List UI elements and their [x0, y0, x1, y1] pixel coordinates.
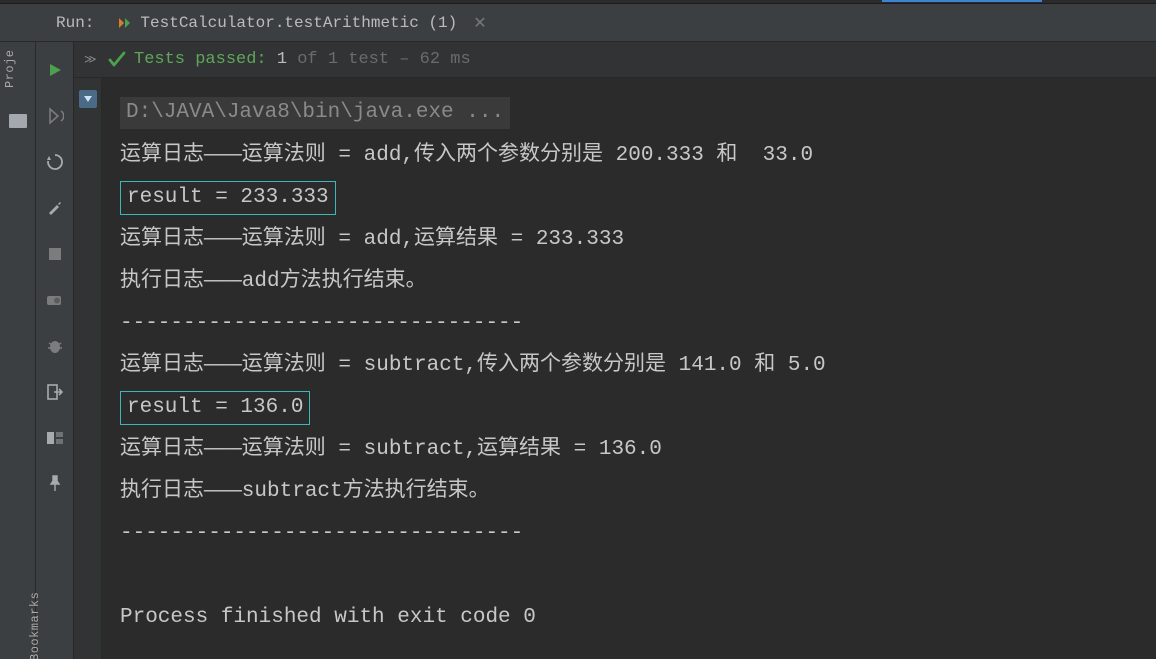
- debug-button[interactable]: [45, 336, 65, 356]
- stop-button[interactable]: [45, 244, 65, 264]
- console-line: 执行日志———subtract方法执行结束。: [120, 471, 1138, 513]
- bookmarks-tool-label[interactable]: Bookmarks: [28, 592, 42, 659]
- expand-results-icon[interactable]: ≫: [84, 52, 102, 67]
- run-tab-bar: Run: TestCalculator.testArithmetic (1) ✕: [0, 4, 1156, 42]
- command-line: D:\JAVA\Java8\bin\java.exe ...: [120, 97, 510, 129]
- console-separator: --------------------------------: [120, 303, 1138, 345]
- console-line: 运算日志———运算法则 = add,传入两个参数分别是 200.333 和 33…: [120, 135, 1138, 177]
- projects-tool-label[interactable]: Proje: [3, 49, 17, 88]
- console-blank: [120, 555, 1138, 597]
- exit-button[interactable]: [45, 382, 65, 402]
- layout-button[interactable]: [45, 428, 65, 448]
- fold-toggle[interactable]: [79, 90, 97, 108]
- file-icon: [9, 114, 27, 128]
- run-label: Run:: [56, 14, 94, 32]
- run-tab-title: TestCalculator.testArithmetic (1): [140, 14, 457, 32]
- close-icon[interactable]: ✕: [473, 13, 486, 33]
- console-line: 运算日志———运算法则 = add,运算结果 = 233.333: [120, 219, 1138, 261]
- console-line: 运算日志———运算法则 = subtract,运算结果 = 136.0: [120, 429, 1138, 471]
- console-result-2: result = 136.0: [120, 391, 310, 425]
- pin-button[interactable]: [45, 474, 65, 494]
- settings-button[interactable]: [45, 198, 65, 218]
- test-config-icon: [116, 15, 132, 31]
- run-toolbar: [36, 42, 74, 659]
- console-output[interactable]: D:\JAVA\Java8\bin\java.exe ... 运算日志———运算…: [102, 78, 1156, 659]
- left-tool-strip: Proje Bookmarks: [0, 42, 36, 659]
- dump-threads-button[interactable]: [45, 290, 65, 310]
- fold-gutter: [74, 78, 102, 659]
- console-line: 执行日志———add方法执行结束。: [120, 261, 1138, 303]
- run-tab[interactable]: TestCalculator.testArithmetic (1) ✕: [116, 13, 486, 33]
- console-line: 运算日志———运算法则 = subtract,传入两个参数分别是 141.0 和…: [120, 345, 1138, 387]
- console-exit-line: Process finished with exit code 0: [120, 597, 1138, 639]
- rerun-button[interactable]: [45, 60, 65, 80]
- rerun-failed-button[interactable]: [45, 106, 65, 126]
- test-status-bar: ≫ Tests passed: 1 of 1 test – 62 ms: [74, 42, 1156, 78]
- toggle-auto-test-button[interactable]: [45, 152, 65, 172]
- test-status-text: Tests passed: 1 of 1 test – 62 ms: [134, 50, 471, 69]
- tests-passed-icon: [108, 51, 134, 69]
- console-result-1: result = 233.333: [120, 181, 336, 215]
- console-separator: --------------------------------: [120, 513, 1138, 555]
